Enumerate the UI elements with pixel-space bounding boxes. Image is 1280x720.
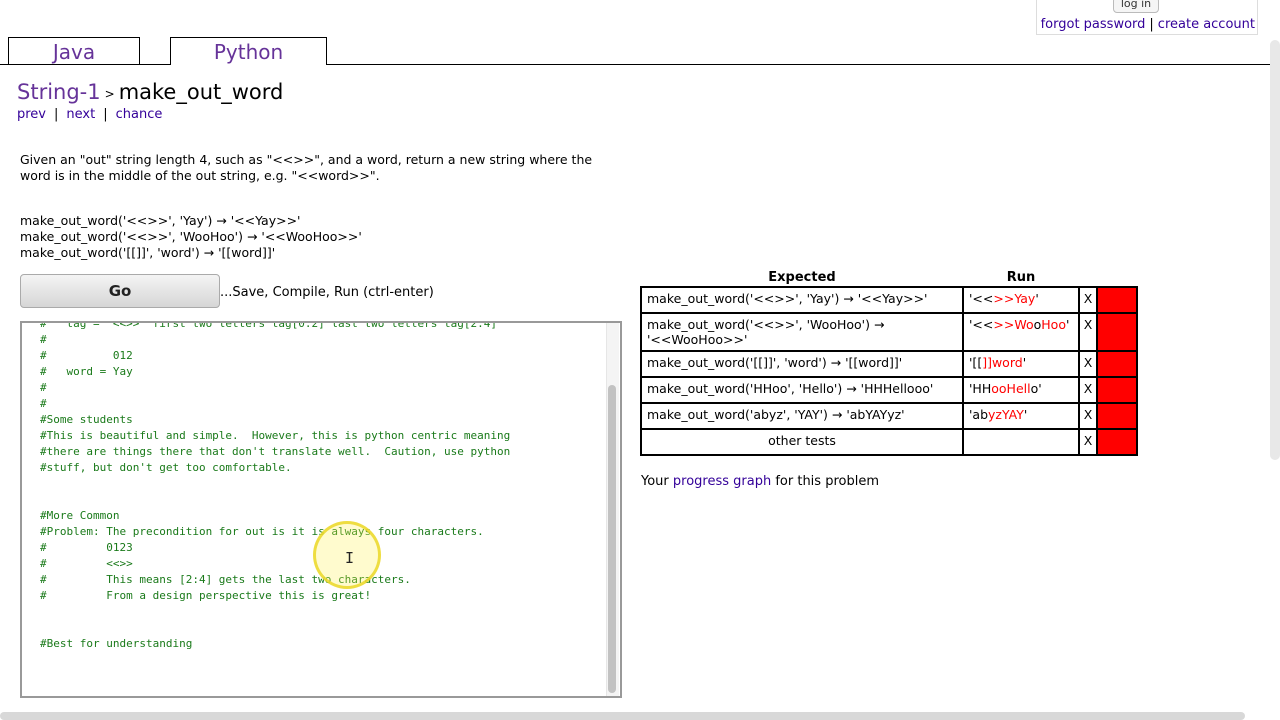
breadcrumb: String-1 > make_out_word bbox=[17, 80, 283, 104]
problem-description: Given an "out" string length 4, such as … bbox=[20, 152, 593, 183]
run-tail-text: ' bbox=[1065, 317, 1070, 332]
run-header: Run bbox=[1006, 269, 1036, 285]
run-tail-text: ' bbox=[1022, 355, 1027, 370]
run-ok-text: 'HH bbox=[969, 381, 992, 396]
page-title: make_out_word bbox=[118, 80, 284, 104]
code-editor[interactable]: # tag = '<<>>' first two letters tag[0:2… bbox=[20, 321, 622, 698]
run-cell: '<<>>Yay' bbox=[962, 286, 1080, 314]
run-ok-text: '<< bbox=[969, 291, 994, 306]
progress-graph-link[interactable]: progress graph bbox=[673, 474, 771, 489]
results-table: Expected Run make_out_word('<<>>', 'Yay'… bbox=[640, 268, 1138, 456]
table-row: make_out_word('abyz', 'YAY') → 'abYAYyz'… bbox=[640, 402, 1138, 430]
expected-cell: make_out_word('<<>>', 'WooHoo') → '<<Woo… bbox=[640, 312, 964, 352]
run-tail-text: ' bbox=[1035, 291, 1039, 306]
run-cell: 'abyzYAY' bbox=[962, 402, 1080, 430]
run-cell: 'HHooHello' bbox=[962, 376, 1080, 404]
example-line: make_out_word('<<>>', 'WooHoo') → '<<Woo… bbox=[20, 229, 362, 244]
tab-python[interactable]: Python bbox=[170, 37, 327, 65]
login-button[interactable]: log in bbox=[1113, 0, 1159, 13]
examples: make_out_word('<<>>', 'Yay') → '<<Yay>>'… bbox=[20, 213, 362, 261]
breadcrumb-separator: > bbox=[104, 87, 115, 101]
run-bad-text: Hoo bbox=[1041, 317, 1066, 332]
expected-cell: make_out_word('<<>>', 'Yay') → '<<Yay>>' bbox=[640, 286, 964, 314]
breadcrumb-section-link[interactable]: String-1 bbox=[17, 80, 101, 104]
fail-status-cell bbox=[1096, 402, 1138, 430]
run-ok-text: 'ab bbox=[969, 407, 989, 422]
go-hint: ...Save, Compile, Run (ctrl-enter) bbox=[220, 285, 434, 300]
forgot-password-link[interactable]: forgot password bbox=[1041, 17, 1146, 32]
fail-status-cell bbox=[1096, 350, 1138, 378]
table-row: make_out_word('<<>>', 'WooHoo') → '<<Woo… bbox=[640, 312, 1138, 352]
run-bad-text: >>Yay bbox=[993, 291, 1036, 306]
run-ok-text: '<< bbox=[969, 317, 994, 332]
chance-link[interactable]: chance bbox=[116, 107, 163, 122]
example-line: make_out_word('<<>>', 'Yay') → '<<Yay>>' bbox=[20, 213, 301, 228]
progress-prefix: Your bbox=[641, 474, 673, 489]
account-link-separator: | bbox=[1149, 17, 1154, 32]
status-header bbox=[1097, 268, 1137, 287]
run-tail-text: o' bbox=[1030, 381, 1042, 396]
expected-cell: make_out_word('HHoo', 'Hello') → 'HHHell… bbox=[640, 376, 964, 404]
x-header bbox=[1079, 268, 1097, 287]
expected-cell: make_out_word('abyz', 'YAY') → 'abYAYyz' bbox=[640, 402, 964, 430]
create-account-link[interactable]: create account bbox=[1158, 17, 1255, 32]
run-bad-text: ]]word bbox=[982, 355, 1023, 370]
fail-status-cell bbox=[1096, 286, 1138, 314]
run-cell: '<<>>WooHoo' bbox=[962, 312, 1080, 352]
fail-status-cell bbox=[1096, 312, 1138, 352]
text-cursor-icon: I bbox=[345, 549, 355, 567]
nav-separator: | bbox=[54, 107, 59, 122]
nav-separator: | bbox=[103, 107, 108, 122]
expected-cell: make_out_word('[[]]', 'word') → '[[word]… bbox=[640, 350, 964, 378]
run-tail-text: ' bbox=[1023, 407, 1028, 422]
next-link[interactable]: next bbox=[66, 107, 95, 122]
fail-status-cell bbox=[1096, 428, 1138, 456]
run-ok-text: '[[ bbox=[969, 355, 983, 370]
example-line: make_out_word('[[]]', 'word') → '[[word]… bbox=[20, 245, 276, 260]
expected-header: Expected bbox=[768, 269, 836, 285]
page-horizontal-scrollbar[interactable] bbox=[0, 712, 1245, 720]
run-bad-text: >>Wo bbox=[993, 317, 1034, 332]
account-box: log in forgot password | create account bbox=[1036, 0, 1258, 35]
account-links: forgot password | create account bbox=[1041, 17, 1255, 32]
x-cell: X bbox=[1078, 428, 1098, 456]
other-tests-row: other tests X bbox=[640, 428, 1138, 456]
progress-line: Your progress graph for this problem bbox=[641, 474, 879, 489]
prev-link[interactable]: prev bbox=[17, 107, 46, 122]
language-tabbar: Java Python bbox=[0, 36, 1270, 65]
results-header: Expected Run bbox=[641, 268, 1137, 287]
x-cell: X bbox=[1078, 350, 1098, 378]
x-cell: X bbox=[1078, 312, 1098, 352]
run-bad-text: ooHell bbox=[991, 381, 1031, 396]
other-tests-label: other tests bbox=[640, 428, 964, 456]
x-cell: X bbox=[1078, 286, 1098, 314]
editor-scrollbar-thumb[interactable] bbox=[608, 385, 616, 693]
run-cell: '[[]]word' bbox=[962, 350, 1080, 378]
table-row: make_out_word('<<>>', 'Yay') → '<<Yay>>'… bbox=[640, 286, 1138, 314]
fail-status-cell bbox=[1096, 376, 1138, 404]
page-vertical-scrollbar[interactable] bbox=[1270, 40, 1280, 460]
run-cell bbox=[962, 428, 1080, 456]
table-row: make_out_word('HHoo', 'Hello') → 'HHHell… bbox=[640, 376, 1138, 404]
problem-nav: prev | next | chance bbox=[17, 107, 162, 122]
progress-suffix: for this problem bbox=[771, 474, 879, 489]
editor-scrollbar[interactable] bbox=[606, 323, 619, 696]
code-text[interactable]: # tag = '<<>>' first two letters tag[0:2… bbox=[40, 323, 510, 652]
x-cell: X bbox=[1078, 376, 1098, 404]
table-row: make_out_word('[[]]', 'word') → '[[word]… bbox=[640, 350, 1138, 378]
go-button[interactable]: Go bbox=[20, 274, 220, 308]
run-bad-text: yzYAY bbox=[988, 407, 1024, 422]
tab-java[interactable]: Java bbox=[8, 37, 140, 65]
x-cell: X bbox=[1078, 402, 1098, 430]
